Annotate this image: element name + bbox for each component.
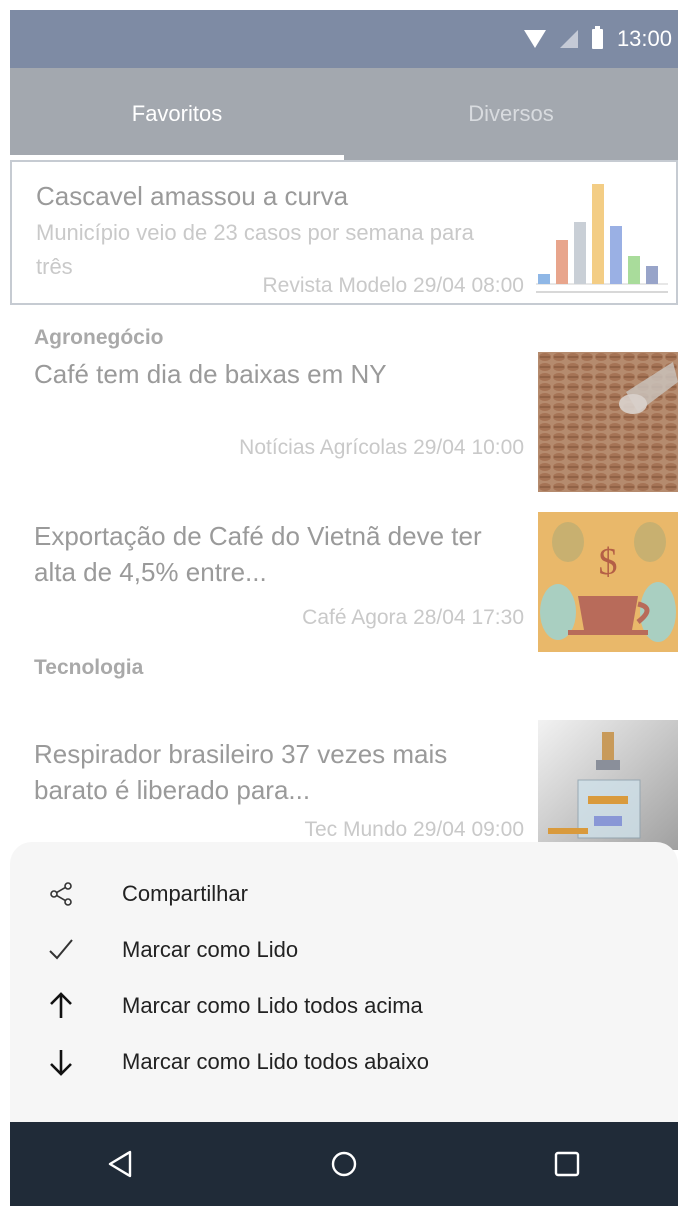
- tab-favoritos[interactable]: Favoritos: [10, 68, 344, 160]
- coffee-cup-image-icon: $: [538, 512, 678, 652]
- respirator-image-icon: [538, 720, 678, 850]
- tab-favoritos-label: Favoritos: [131, 101, 223, 126]
- news-item[interactable]: Respirador brasileiro 37 vezes mais bara…: [10, 720, 678, 860]
- tab-diversos-label: Diversos: [468, 101, 554, 126]
- news-title: Cascavel amassou a curva: [36, 181, 349, 211]
- bottom-sheet-actions: Compartilhar Marcar como Lido Marcar com…: [10, 842, 678, 1124]
- action-mark-read[interactable]: Marcar como Lido: [10, 922, 678, 978]
- bar-chart-thumbnail-icon: [532, 170, 672, 298]
- home-icon[interactable]: [324, 1144, 364, 1184]
- news-meta: Notícias Agrícolas 29/04 10:00: [239, 436, 524, 459]
- news-item-highlight[interactable]: Cascavel amassou a curva Município veio …: [10, 160, 678, 305]
- share-icon: [44, 877, 78, 911]
- news-meta: Tec Mundo 29/04 09:00: [304, 818, 525, 841]
- news-thumbnail-respirator: [538, 720, 678, 850]
- action-share[interactable]: Compartilhar: [10, 866, 678, 922]
- recents-icon[interactable]: [547, 1144, 587, 1184]
- news-meta: Revista Modelo 29/04 08:00: [262, 274, 524, 297]
- wifi-icon: [523, 30, 546, 48]
- action-mark-read-above[interactable]: Marcar como Lido todos acima: [10, 978, 678, 1034]
- news-list: Cascavel amassou a curva Município veio …: [10, 160, 678, 850]
- news-meta: Café Agora 28/04 17:30: [302, 606, 524, 629]
- tab-bar: Favoritos Diversos: [10, 68, 678, 160]
- status-time: 13:00: [616, 26, 672, 51]
- svg-text:$: $: [599, 541, 618, 583]
- action-mark-read-label: Marcar como Lido: [122, 937, 299, 962]
- action-mark-read-above-label: Marcar como Lido todos acima: [122, 993, 423, 1018]
- coffee-beans-image-icon: [538, 352, 678, 492]
- navigation-bar: [10, 1122, 678, 1206]
- tab-diversos[interactable]: Diversos: [344, 68, 678, 160]
- news-thumbnail-coffee-beans: [538, 352, 678, 492]
- news-item[interactable]: Exportação de Café do Vietnã deve ter al…: [10, 510, 678, 652]
- app-screen: 13:00 Favoritos Diversos Cascavel amasso…: [0, 0, 678, 1206]
- signal-icon: [559, 30, 578, 48]
- arrow-down-icon: [44, 1045, 78, 1079]
- news-thumbnail-coffee-cup: $: [538, 512, 678, 652]
- battery-icon: [591, 26, 603, 49]
- news-item[interactable]: Café tem dia de baixas em NY Notícias Ag…: [10, 352, 678, 492]
- section-header-agronegocio: Agronegócio: [34, 326, 164, 349]
- section-header-tecnologia: Tecnologia: [34, 656, 144, 679]
- news-title: Respirador brasileiro 37 vezes mais bara…: [34, 739, 448, 805]
- action-mark-read-below-label: Marcar como Lido todos abaixo: [122, 1049, 429, 1074]
- check-icon: [44, 933, 78, 967]
- action-mark-read-below[interactable]: Marcar como Lido todos abaixo: [10, 1034, 678, 1090]
- news-title: Exportação de Café do Vietnã deve ter al…: [34, 521, 482, 587]
- arrow-up-icon: [44, 989, 78, 1023]
- news-title: Café tem dia de baixas em NY: [34, 359, 387, 389]
- status-bar: 13:00: [10, 10, 678, 68]
- news-thumbnail-chart: [532, 170, 672, 298]
- back-icon[interactable]: [101, 1144, 141, 1184]
- action-share-label: Compartilhar: [122, 881, 248, 906]
